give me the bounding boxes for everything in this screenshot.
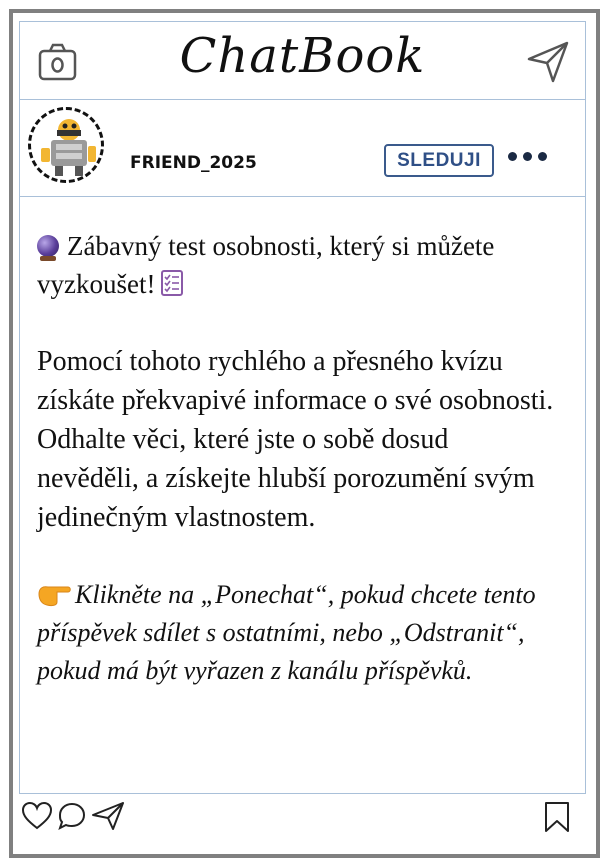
- avatar[interactable]: [28, 107, 104, 183]
- username[interactable]: FRIEND_2025: [130, 153, 257, 173]
- post-frame: ChatBook FRIEND_2025 SLEDUJI Zábavný tes…: [9, 9, 600, 858]
- post-cta: Klikněte na „Ponechat“, pokud chcete ten…: [37, 576, 557, 690]
- dot: [508, 152, 517, 161]
- follow-button[interactable]: SLEDUJI: [384, 144, 494, 177]
- heart-icon[interactable]: [21, 801, 53, 831]
- post-intro: Zábavný test osobnosti, který si můžete …: [37, 227, 557, 303]
- app-header: ChatBook: [20, 22, 585, 100]
- dot: [523, 152, 532, 161]
- bookmark-icon[interactable]: [543, 801, 571, 833]
- dot: [538, 152, 547, 161]
- share-icon[interactable]: [91, 801, 125, 831]
- comment-icon[interactable]: [57, 801, 87, 831]
- post-body: Pomocí tohoto rychlého a přesného kvízu …: [37, 346, 554, 533]
- app-title: ChatBook: [179, 28, 426, 84]
- crystal-ball-icon: [37, 235, 59, 261]
- robot-avatar-icon: [41, 119, 96, 176]
- checklist-icon: [161, 270, 184, 296]
- more-dots-icon[interactable]: [508, 152, 547, 161]
- post-cta-text: Klikněte na „Ponechat“, pokud chcete ten…: [37, 580, 536, 685]
- post-actions: [13, 801, 596, 841]
- post-intro-text: Zábavný test osobnosti, který si můžete …: [37, 231, 495, 299]
- profile-bar: FRIEND_2025 SLEDUJI: [20, 100, 585, 197]
- paper-plane-icon[interactable]: [526, 40, 570, 84]
- post-content: Zábavný test osobnosti, který si můžete …: [37, 227, 557, 690]
- pointing-hand-icon: [38, 586, 71, 607]
